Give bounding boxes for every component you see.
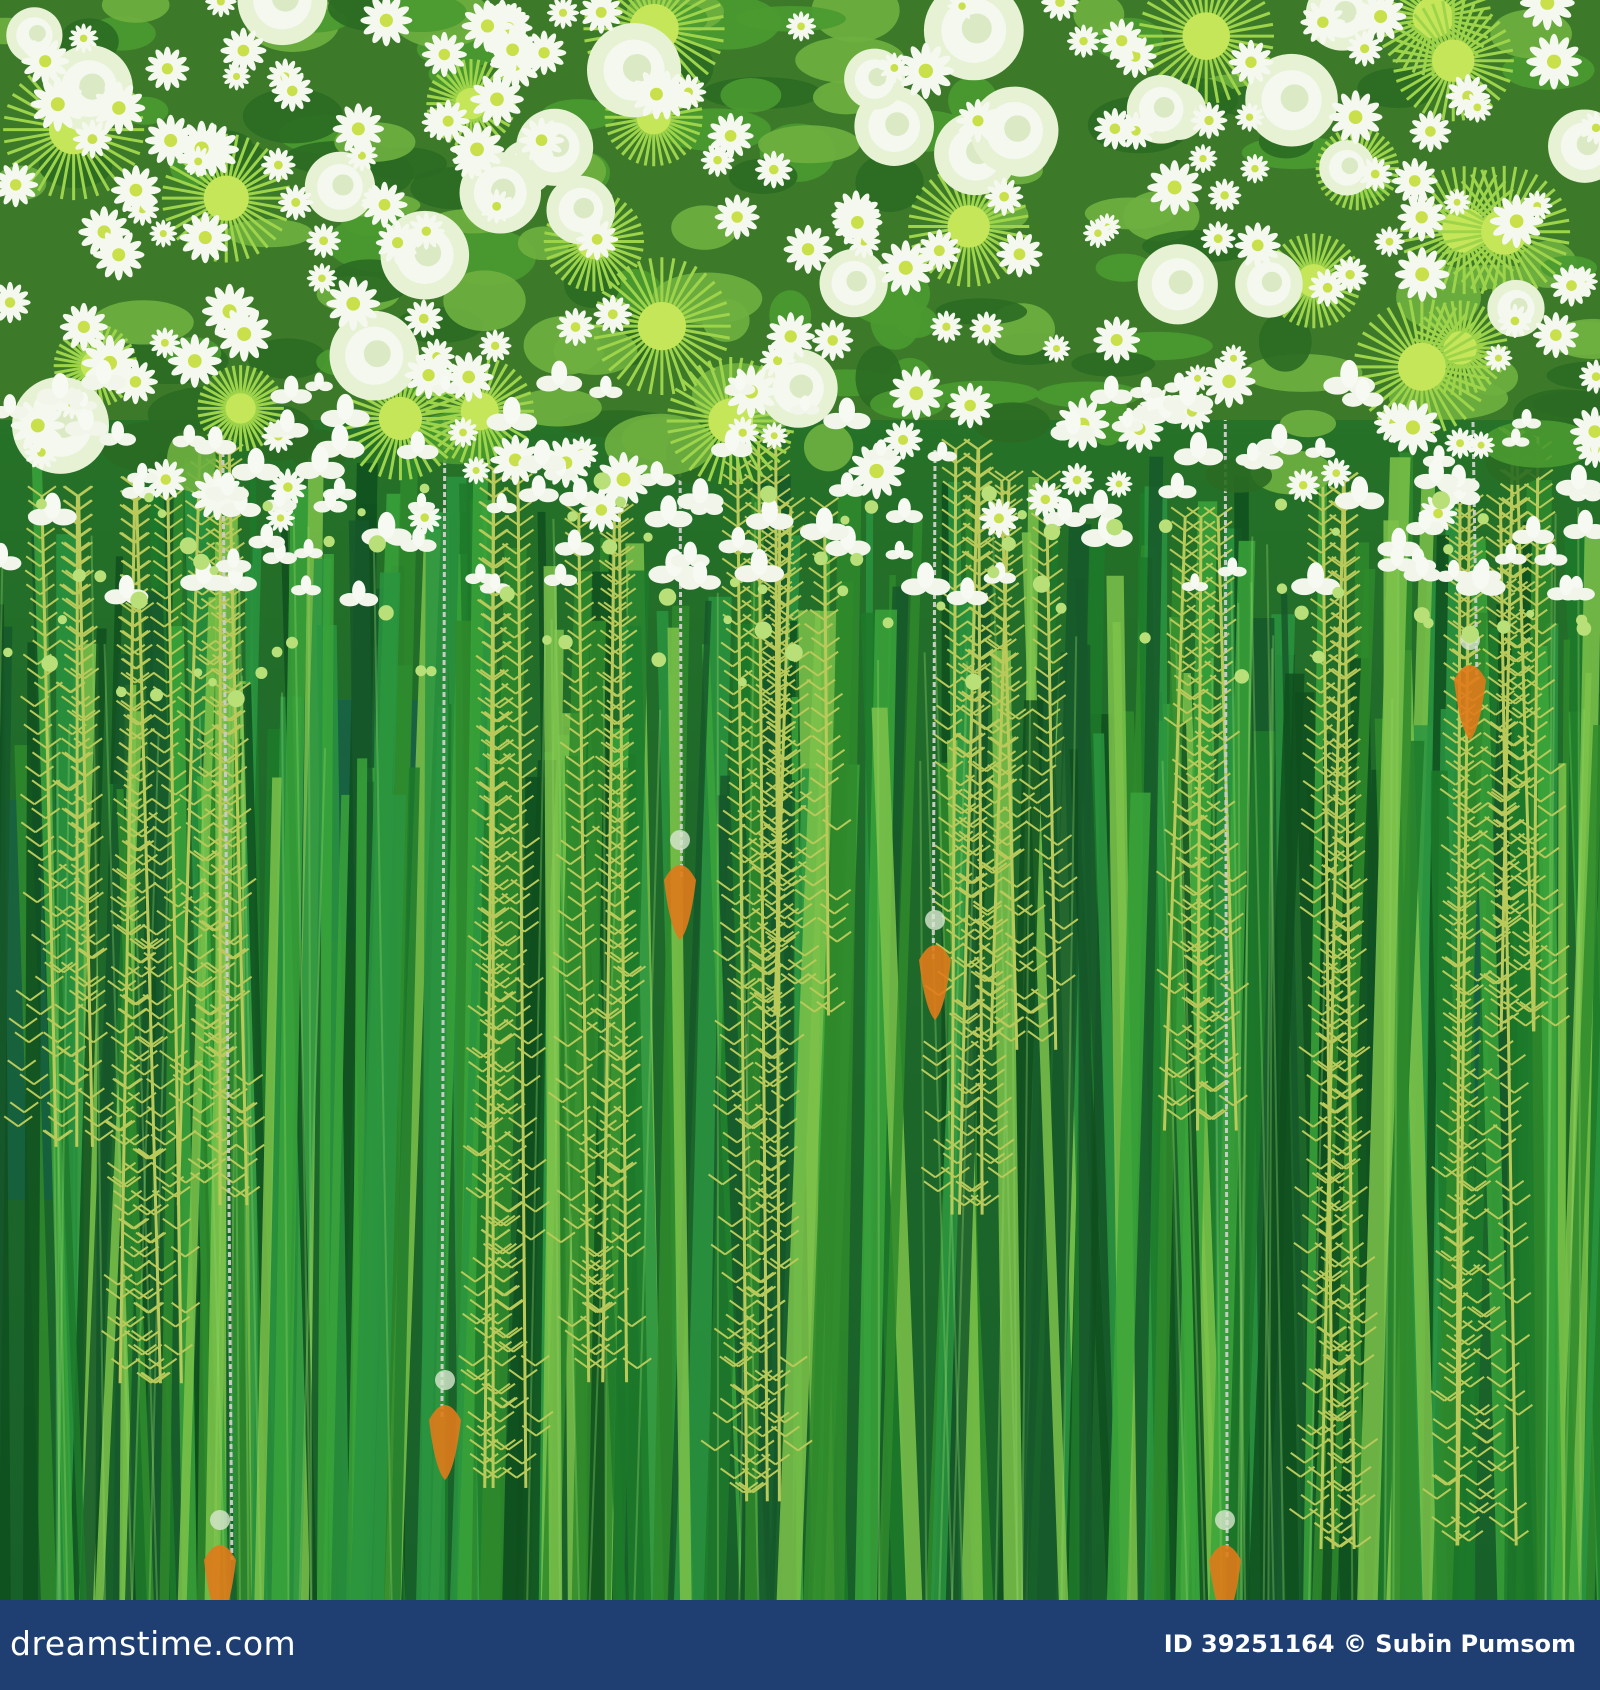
image-credit: ID 39251164 © Subin Pumsom (1164, 1630, 1576, 1658)
image-id: ID 39251164 (1163, 1630, 1335, 1658)
stock-photo (0, 0, 1600, 1600)
dreamstime-brand: dreamstime.com (10, 1624, 297, 1663)
photographer-credit: © Subin Pumsom (1342, 1630, 1576, 1658)
floral-backdrop-scene (0, 0, 1600, 1600)
watermark-footer-bar: dreamstime.com ID 39251164 © Subin Pumso… (0, 1600, 1600, 1690)
grass-blades (0, 450, 1600, 1600)
